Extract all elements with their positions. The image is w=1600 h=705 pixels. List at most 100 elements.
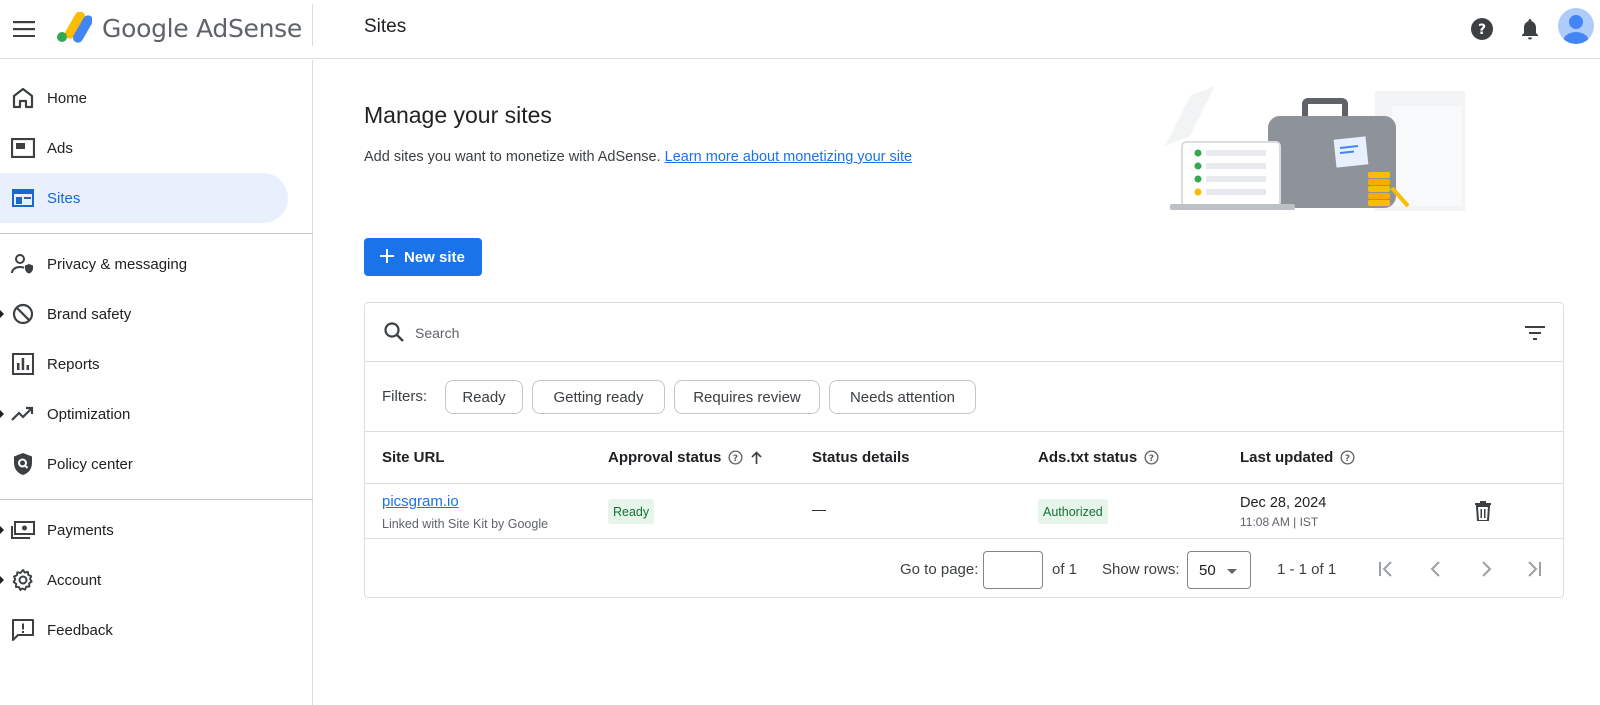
previous-page-button[interactable] xyxy=(1423,556,1449,582)
dropdown-arrow-icon xyxy=(1227,569,1237,574)
expand-caret-icon xyxy=(0,410,4,418)
search-input[interactable] xyxy=(415,321,1415,345)
column-header-label: Site URL xyxy=(382,449,445,466)
column-header-label: Status details xyxy=(812,449,910,466)
sidebar-item-label: Home xyxy=(47,90,87,107)
sidebar-item-feedback[interactable]: Feedback xyxy=(0,605,288,655)
column-header-site-url[interactable]: Site URL xyxy=(382,449,445,466)
sidebar-item-label: Optimization xyxy=(47,406,130,423)
filter-chip-requires-review[interactable]: Requires review xyxy=(674,380,820,414)
sidebar-item-brand-safety[interactable]: Brand safety xyxy=(0,289,288,339)
sidebar-item-privacy-messaging[interactable]: Privacy & messaging xyxy=(0,239,288,289)
column-header-label: Last updated xyxy=(1240,449,1333,466)
feedback-icon xyxy=(10,617,36,643)
policy-icon xyxy=(10,451,36,477)
logo-text: Google AdSense xyxy=(102,14,302,43)
main-menu-button[interactable] xyxy=(9,14,39,44)
search-icon xyxy=(383,321,405,343)
bell-icon xyxy=(1520,18,1540,40)
sidebar-item-home[interactable]: Home xyxy=(0,73,288,123)
sidebar-item-label: Reports xyxy=(47,356,100,373)
side-navigation: Home Ads Sites Privacy & messaging Brand… xyxy=(0,60,313,705)
ads-icon xyxy=(10,135,36,161)
next-page-button[interactable] xyxy=(1473,556,1499,582)
site-kit-note: Linked with Site Kit by Google xyxy=(382,517,548,531)
total-pages-label: of 1 xyxy=(1052,561,1077,578)
filter-chip-needs-attention[interactable]: Needs attention xyxy=(829,380,976,414)
column-header-approval-status[interactable]: Approval status ? xyxy=(608,449,763,466)
help-outline-icon[interactable]: ? xyxy=(1144,450,1159,465)
sidebar-item-account[interactable]: Account xyxy=(0,555,288,605)
sidebar-item-label: Brand safety xyxy=(47,306,131,323)
sidebar-item-sites[interactable]: Sites xyxy=(0,173,288,223)
privacy-icon xyxy=(10,251,36,277)
sites-illustration xyxy=(1160,86,1470,216)
section-heading: Manage your sites xyxy=(364,102,552,129)
sidebar-item-ads[interactable]: Ads xyxy=(0,123,288,173)
svg-text:?: ? xyxy=(1345,454,1350,464)
pagination-bar: Go to page: of 1 Show rows: 50 1 - 1 of … xyxy=(365,539,1563,598)
search-bar xyxy=(365,303,1563,362)
page-range-label: 1 - 1 of 1 xyxy=(1277,561,1336,578)
go-to-page-label: Go to page: xyxy=(900,561,978,578)
top-app-bar: Google AdSense Sites ? xyxy=(0,0,1600,59)
adsense-logo-icon xyxy=(56,12,92,44)
sidebar-item-policy-center[interactable]: Policy center xyxy=(0,439,288,489)
column-header-ads-txt-status[interactable]: Ads.txt status ? xyxy=(1038,449,1159,466)
sidebar-item-label: Sites xyxy=(47,190,80,207)
new-site-label: New site xyxy=(404,249,465,266)
last-page-icon xyxy=(1525,560,1543,578)
arrow-up-sort-icon[interactable] xyxy=(750,451,763,465)
svg-text:?: ? xyxy=(1149,454,1154,464)
header-divider xyxy=(312,4,313,46)
notifications-button[interactable] xyxy=(1515,14,1545,44)
expand-caret-icon xyxy=(0,526,4,534)
expand-caret-icon xyxy=(0,310,4,318)
status-details-value: — xyxy=(812,501,826,517)
last-updated-date: Dec 28, 2024 xyxy=(1240,495,1326,511)
help-outline-icon[interactable]: ? xyxy=(1340,450,1355,465)
sidebar-item-optimization[interactable]: Optimization xyxy=(0,389,288,439)
filters-bar: Filters: Ready Getting ready Requires re… xyxy=(365,362,1563,432)
last-page-button[interactable] xyxy=(1521,556,1547,582)
plus-icon xyxy=(379,248,395,264)
column-header-label: Ads.txt status xyxy=(1038,449,1137,466)
site-url-link[interactable]: picsgram.io xyxy=(382,493,459,510)
help-button[interactable]: ? xyxy=(1467,14,1497,44)
learn-more-link[interactable]: Learn more about monetizing your site xyxy=(665,149,912,165)
expand-caret-icon xyxy=(0,576,4,584)
go-to-page-input[interactable] xyxy=(983,551,1043,589)
ads-txt-status-badge: Authorized xyxy=(1038,499,1108,524)
gear-icon xyxy=(10,567,36,593)
svg-text:?: ? xyxy=(1478,22,1486,38)
column-header-last-updated[interactable]: Last updated ? xyxy=(1240,449,1355,466)
adsense-logo[interactable]: Google AdSense xyxy=(56,8,302,48)
sidebar-item-reports[interactable]: Reports xyxy=(0,339,288,389)
table-header-row: Site URL Approval status ? Status detail… xyxy=(365,432,1563,484)
new-site-button[interactable]: New site xyxy=(364,238,482,276)
help-outline-icon[interactable]: ? xyxy=(728,450,743,465)
chevron-right-icon xyxy=(1479,560,1493,578)
trending-up-icon xyxy=(10,401,36,427)
delete-site-button[interactable] xyxy=(1471,499,1495,523)
sidebar-item-label: Policy center xyxy=(47,456,133,473)
filter-chip-ready[interactable]: Ready xyxy=(445,380,523,414)
filter-button[interactable] xyxy=(1521,319,1549,347)
sidebar-item-label: Payments xyxy=(47,522,114,539)
sidebar-item-payments[interactable]: Payments xyxy=(0,505,288,555)
description-text: Add sites you want to monetize with AdSe… xyxy=(364,149,661,165)
last-updated-time: 11:08 AM | IST xyxy=(1240,515,1318,529)
show-rows-label: Show rows: xyxy=(1102,561,1180,578)
account-avatar[interactable] xyxy=(1558,8,1594,44)
rows-per-page-select[interactable]: 50 xyxy=(1187,551,1251,589)
filters-label: Filters: xyxy=(382,388,427,405)
column-header-status-details[interactable]: Status details xyxy=(812,449,910,466)
first-page-button[interactable] xyxy=(1373,556,1399,582)
svg-text:?: ? xyxy=(733,454,738,464)
sidebar-divider xyxy=(0,233,313,234)
filter-chip-getting-ready[interactable]: Getting ready xyxy=(532,380,665,414)
help-icon: ? xyxy=(1470,17,1494,41)
rows-per-page-value: 50 xyxy=(1199,562,1216,579)
first-page-icon xyxy=(1377,560,1395,578)
payments-icon xyxy=(10,517,36,543)
